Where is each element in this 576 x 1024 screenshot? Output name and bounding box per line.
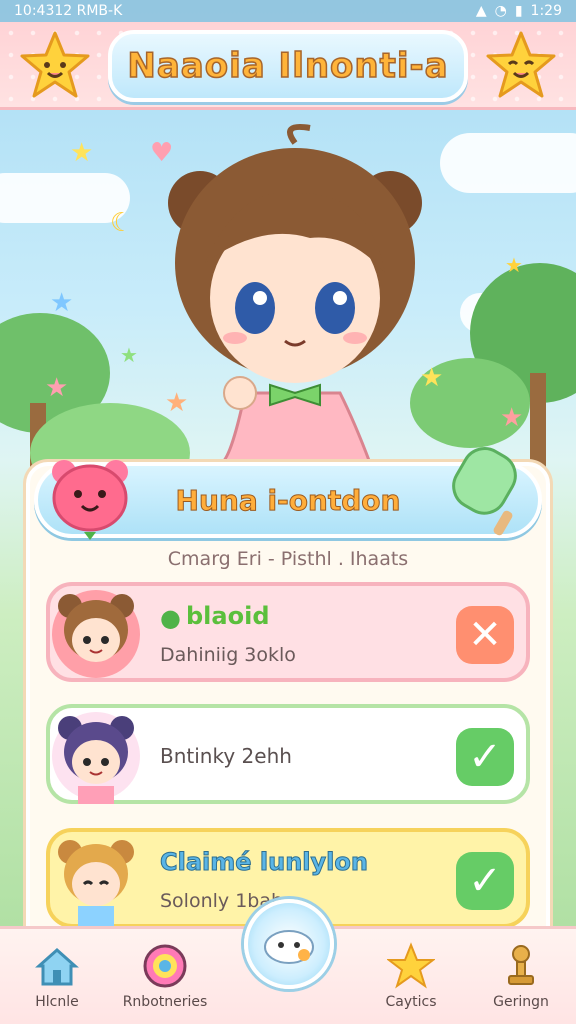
status-time: 1:29 [530, 3, 562, 19]
star-icon: ★ [500, 403, 524, 433]
avatar [52, 712, 140, 804]
star-icon: ★ [50, 288, 74, 318]
star-icon: ★ [45, 373, 69, 403]
star-face-icon [486, 31, 556, 98]
title-banner: Naaoia Ilnonti-a [108, 30, 468, 102]
accept-button[interactable]: ✓ [456, 728, 514, 786]
decline-button[interactable]: ✕ [456, 606, 514, 664]
home-icon [35, 947, 79, 986]
speech-icon: ● [160, 604, 181, 632]
status-left: 10:4312 RMB-K [14, 3, 123, 19]
signal-icon: ▲ [475, 3, 487, 19]
orb-icon [143, 944, 187, 988]
star-icon: ★ [120, 343, 138, 367]
star-icon: ★ [505, 253, 523, 277]
trophy-icon [508, 945, 534, 985]
panel-subtitle: Cmarg Eri - Pisthl . Ihaats [167, 548, 409, 570]
center-action-button[interactable] [244, 899, 334, 989]
moon-icon: ☾ [110, 208, 134, 238]
item-subtitle: Dahiniig 3oklo [160, 644, 296, 666]
pet-face-icon [264, 930, 314, 964]
item-title: Claimé lunlylon [160, 848, 369, 877]
star-icon: ★ [70, 138, 94, 168]
strawberry-friend-icon [52, 460, 128, 540]
chibi-character [168, 124, 422, 463]
popsicle-icon [452, 447, 517, 536]
header: Naaoia Ilnonti-a [0, 22, 576, 110]
page-title: Naaoia Ilnonti-a [127, 45, 449, 87]
nav-orb[interactable]: Rnbotneries [110, 942, 220, 1010]
accept-button[interactable]: ✓ [456, 852, 514, 910]
wifi-icon: ◔ [494, 3, 507, 19]
battery-icon: ▮ [514, 3, 523, 19]
bottom-nav: Hlcnle Rnbotneries Caytics Geringn [0, 899, 576, 1024]
star-face-icon [20, 31, 90, 98]
avatar [52, 590, 140, 678]
item-subtitle: Bntinky 2ehh [160, 744, 292, 768]
panel-title: Huna i-ontdon [175, 483, 401, 517]
nav-stars[interactable]: Caytics [356, 942, 466, 1010]
status-bar: 10:4312 RMB-K ▲ ◔ ▮ 1:29 [0, 0, 576, 22]
list-item[interactable]: Bntinky 2ehh ✓ [46, 704, 530, 804]
list-item[interactable]: ● blaoid Dahiniig 3oklo ✕ [46, 582, 530, 682]
star-icon [387, 942, 435, 989]
item-title: blaoid [186, 602, 270, 630]
nav-trophy[interactable]: Geringn [466, 942, 576, 1010]
avatar [58, 840, 134, 930]
nav-home[interactable]: Hlcnle [2, 942, 112, 1010]
